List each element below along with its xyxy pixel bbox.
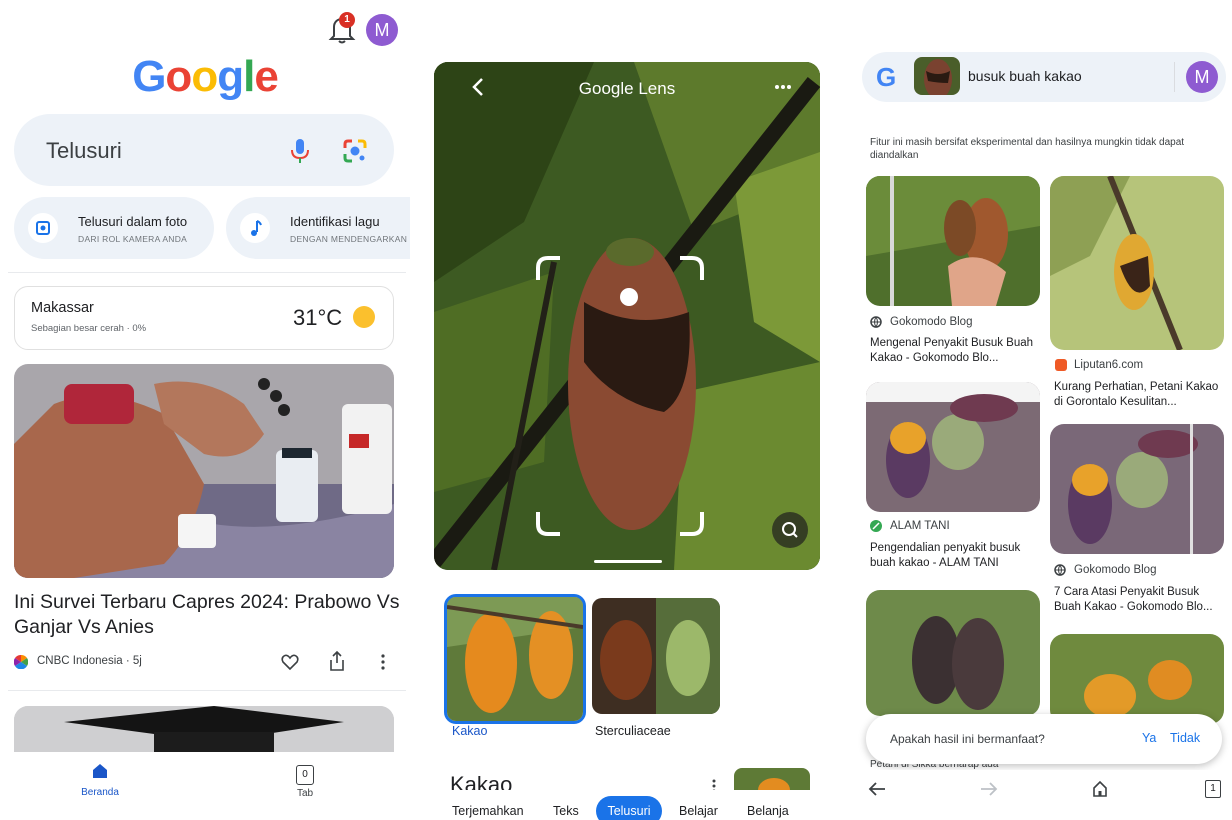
cacao-pods-ground-photo — [866, 382, 1040, 512]
notification-badge: 1 — [339, 12, 355, 28]
back-arrow-icon[interactable] — [868, 781, 886, 797]
photo-search-icon — [36, 221, 50, 235]
tab-icon: 0 — [296, 765, 314, 785]
result-image[interactable] — [866, 176, 1040, 306]
cnbc-logo-icon — [14, 655, 28, 669]
chip-title: Telusuri dalam foto — [78, 214, 188, 229]
result-source: ALAM TANI — [890, 520, 950, 532]
result-image[interactable] — [1050, 424, 1224, 554]
lens-camera-icon[interactable] — [342, 138, 368, 164]
globe-icon — [1054, 564, 1066, 576]
nav-tabs-label: Tab — [296, 788, 314, 799]
heart-icon[interactable] — [281, 653, 299, 671]
result-image[interactable] — [1050, 634, 1224, 724]
more-options-icon[interactable] — [774, 84, 792, 90]
result-title[interactable]: 7 Cara Atasi Penyakit Busuk Buah Kakao -… — [1054, 585, 1224, 615]
chip-subtitle: DENGAN MENDENGARKAN — [290, 234, 408, 244]
lens-camera-view[interactable]: Google Lens — [434, 62, 820, 570]
kakao-image — [447, 597, 583, 721]
sterculiaceae-image — [592, 598, 720, 714]
home-icon[interactable] — [1092, 780, 1108, 798]
result-card-sterculiaceae[interactable] — [592, 598, 720, 714]
feedback-no-button[interactable]: Tidak — [1170, 731, 1200, 745]
home-icon — [93, 764, 107, 778]
result-image[interactable] — [1050, 176, 1224, 350]
search-in-photo-chip[interactable]: Telusuri dalam foto DARI ROL KAMERA ANDA — [14, 197, 214, 259]
mode-tab-homework[interactable]: Belajar — [679, 804, 718, 818]
cacao-pods-ground-photo-2 — [1050, 424, 1224, 554]
election-ink-photo — [14, 364, 394, 578]
news-source: CNBC Indonesia · 5j — [37, 655, 142, 667]
globe-icon — [870, 316, 882, 328]
account-avatar[interactable]: M — [366, 14, 398, 46]
hand-holding-cacao-photo — [866, 176, 1040, 306]
alam-tani-leaf-icon — [870, 520, 882, 532]
identify-song-chip[interactable]: Identifikasi lagu DENGAN MENDENGARKAN — [226, 197, 410, 259]
forward-arrow-icon[interactable] — [980, 781, 998, 797]
feedback-yes-button[interactable]: Ya — [1142, 731, 1156, 745]
bottom-navigation: Beranda 0 Tab — [0, 752, 410, 820]
result-image[interactable] — [866, 382, 1040, 512]
result-label[interactable]: Kakao — [452, 724, 487, 738]
result-title[interactable]: Mengenal Penyakit Busuk Buah Kakao - Gok… — [870, 336, 1040, 366]
google-g-icon: G — [876, 62, 897, 92]
weather-city: Makassar — [31, 300, 94, 316]
feedback-prompt: Apakah hasil ini bermanfaat? Ya Tidak — [866, 714, 1222, 764]
search-query[interactable]: busuk buah kakao — [968, 68, 1082, 84]
weather-card[interactable]: Makassar Sebagian besar cerah · 0% 31°C — [14, 286, 394, 350]
diseased-cacao-tree-photo — [1050, 176, 1224, 350]
news-headline[interactable]: Ini Survei Terbaru Capres 2024: Prabowo … — [14, 590, 404, 640]
divider — [1174, 62, 1175, 92]
google-home-screen: 1 M Google Telusuri Telusuri dalam foto … — [0, 0, 410, 820]
google-lens-screen: Google Lens Kakao Sterculiaceae Kakao Te… — [410, 0, 840, 820]
account-avatar[interactable]: M — [1186, 61, 1218, 93]
mode-tab-translate[interactable]: Terjemahkan — [452, 804, 524, 818]
mode-tab-text[interactable]: Teks — [553, 804, 579, 818]
google-logo: Google — [132, 52, 279, 101]
query-image-thumbnail[interactable] — [914, 57, 960, 95]
result-title[interactable]: Pengendalian penyakit busuk buah kakao -… — [870, 541, 1040, 571]
result-title[interactable]: Kurang Perhatian, Petani Kakao di Goront… — [1054, 380, 1224, 410]
search-placeholder: Telusuri — [46, 138, 122, 163]
yellow-cacao-photo — [1050, 634, 1224, 724]
result-label[interactable]: Sterculiaceae — [595, 724, 671, 738]
search-bar[interactable]: G busuk buah kakao M — [862, 52, 1226, 102]
rotten-cacao-photo — [866, 590, 1040, 716]
image-search-icon — [782, 522, 798, 538]
mode-tab-search[interactable]: Telusuri — [596, 796, 662, 820]
sheet-drag-handle[interactable] — [594, 560, 662, 563]
result-source: Gokomodo Blog — [890, 316, 973, 328]
tab-count-icon[interactable]: 1 — [1205, 780, 1221, 798]
result-image[interactable] — [866, 590, 1040, 716]
news-image[interactable] — [14, 364, 394, 578]
lens-title: Google Lens — [578, 79, 676, 98]
result-source: Liputan6.com — [1074, 359, 1144, 371]
focus-dot[interactable] — [620, 288, 638, 306]
search-bar[interactable]: Telusuri — [14, 114, 394, 186]
search-results-screen: G busuk buah kakao M Fitur ini masih ber… — [850, 0, 1232, 820]
sunny-icon — [353, 306, 375, 328]
feedback-question: Apakah hasil ini bermanfaat? — [890, 732, 1045, 746]
weather-description: Sebagian besar cerah · 0% — [31, 323, 147, 334]
nav-home[interactable]: Beranda — [60, 762, 140, 812]
divider — [8, 690, 406, 691]
mode-tab-shopping[interactable]: Belanja — [747, 804, 789, 818]
divider — [8, 272, 406, 273]
liputan6-logo-icon — [1055, 359, 1067, 371]
browser-toolbar: 1 — [850, 770, 1232, 820]
result-card-kakao[interactable] — [444, 594, 586, 724]
music-note-icon — [251, 220, 262, 236]
nav-home-label: Beranda — [81, 787, 119, 798]
share-icon[interactable] — [328, 650, 346, 672]
chip-title: Identifikasi lagu — [290, 214, 380, 229]
result-source: Gokomodo Blog — [1074, 564, 1157, 576]
more-options-icon[interactable] — [380, 653, 386, 671]
microphone-icon[interactable] — [290, 138, 310, 164]
nav-tabs[interactable]: 0 Tab — [265, 764, 345, 814]
chip-subtitle: DARI ROL KAMERA ANDA — [78, 234, 188, 244]
weather-temperature: 31°C — [293, 305, 343, 330]
search-image-button[interactable] — [772, 512, 808, 548]
experimental-notice: Fitur ini masih bersifat eksperimental d… — [870, 137, 1185, 161]
cacao-thumbnail — [914, 57, 960, 95]
